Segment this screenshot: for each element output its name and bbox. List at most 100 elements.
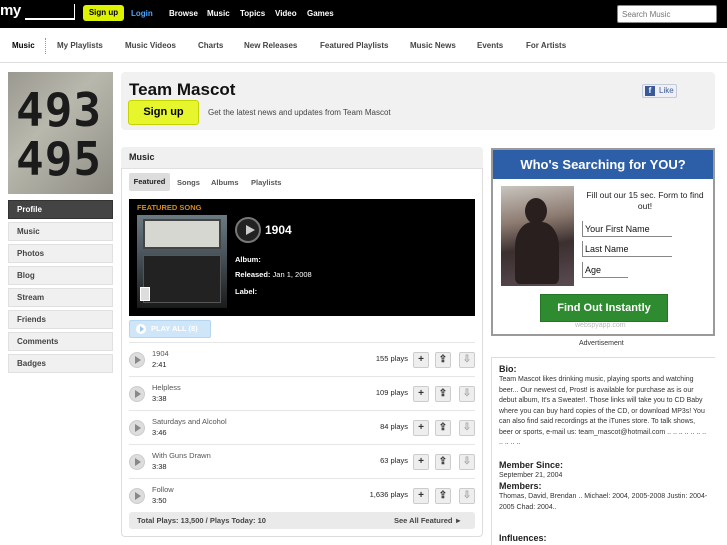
tab-stream[interactable]: Stream xyxy=(8,288,113,307)
music-tab-featured[interactable]: Featured xyxy=(129,173,170,191)
photo-text-top: 493 xyxy=(16,83,103,137)
add-icon[interactable]: + xyxy=(413,454,429,470)
track-plays: 1,636 plays xyxy=(369,490,408,499)
music-tab-songs[interactable]: Songs xyxy=(177,178,200,187)
tab-blog[interactable]: Blog xyxy=(8,266,113,285)
site-logo[interactable]: my xyxy=(0,2,21,19)
track-row: Saturdays and Alcohol 3:46 84 plays + ⇪ … xyxy=(129,410,475,444)
subnav-charts[interactable]: Charts xyxy=(198,41,223,50)
track-play-icon[interactable] xyxy=(129,454,145,470)
track-name[interactable]: Follow xyxy=(152,485,174,494)
ad-first-name-field[interactable]: Your First Name xyxy=(582,221,672,237)
nav-topics[interactable]: Topics xyxy=(240,9,265,18)
featured-label-field: Label: xyxy=(235,287,257,296)
music-tab-playlists[interactable]: Playlists xyxy=(251,178,281,187)
track-row: With Guns Drawn 3:38 63 plays + ⇪ ⇩ xyxy=(129,444,475,478)
facebook-like-button[interactable]: f Like xyxy=(642,84,677,98)
facebook-icon: f xyxy=(645,86,655,96)
play-icon xyxy=(136,324,146,334)
share-icon[interactable]: ⇪ xyxy=(435,352,451,368)
music-panel-title: Music xyxy=(129,152,155,162)
add-icon[interactable]: + xyxy=(413,420,429,436)
nav-browse[interactable]: Browse xyxy=(169,9,198,18)
track-duration: 3:46 xyxy=(152,428,167,437)
bio-heading: Bio: xyxy=(499,364,517,374)
track-name[interactable]: Saturdays and Alcohol xyxy=(152,417,227,426)
ad-copy: Fill out our 15 sec. Form to find out! xyxy=(586,190,704,211)
ad-age-field[interactable]: Age xyxy=(582,262,628,278)
tab-music[interactable]: Music xyxy=(8,222,113,241)
share-icon[interactable]: ⇪ xyxy=(435,420,451,436)
tab-badges[interactable]: Badges xyxy=(8,354,113,373)
track-duration: 3:38 xyxy=(152,394,167,403)
subnav-featured-playlists[interactable]: Featured Playlists xyxy=(320,41,388,50)
play-all-label: PLAY ALL (8) xyxy=(151,324,198,333)
subnav-events[interactable]: Events xyxy=(477,41,503,50)
page-title: Team Mascot xyxy=(129,80,236,99)
tab-friends[interactable]: Friends xyxy=(8,310,113,329)
share-icon[interactable]: ⇪ xyxy=(435,386,451,402)
download-icon[interactable]: ⇩ xyxy=(459,386,475,402)
track-name[interactable]: Helpless xyxy=(152,383,181,392)
play-all-button[interactable]: PLAY ALL (8) xyxy=(129,320,211,338)
track-plays: 63 plays xyxy=(380,456,408,465)
track-plays: 84 plays xyxy=(380,422,408,431)
profile-photo[interactable]: 493 495 xyxy=(8,72,113,194)
amp-logo-image xyxy=(140,287,150,301)
track-duration: 3:38 xyxy=(152,462,167,471)
ad-last-name-field[interactable]: Last Name xyxy=(582,241,672,257)
like-label: Like xyxy=(659,86,674,95)
track-name[interactable]: 1904 xyxy=(152,349,169,358)
members-heading: Members: xyxy=(499,481,542,491)
subnav-music[interactable]: Music xyxy=(12,41,35,50)
tab-photos[interactable]: Photos xyxy=(8,244,113,263)
signup-button[interactable]: Sign up xyxy=(128,100,199,125)
download-icon[interactable]: ⇩ xyxy=(459,454,475,470)
total-plays: Total Plays: 13,500 / Plays Today: 10 xyxy=(137,516,266,525)
featured-play-icon[interactable] xyxy=(235,217,261,243)
ad-cta-button[interactable]: Find Out Instantly xyxy=(540,294,668,322)
ad-person-body xyxy=(515,222,559,284)
download-icon[interactable]: ⇩ xyxy=(459,352,475,368)
track-play-icon[interactable] xyxy=(129,420,145,436)
track-play-icon[interactable] xyxy=(129,352,145,368)
music-tab-albums[interactable]: Albums xyxy=(211,178,239,187)
see-all-featured-link[interactable]: See All Featured ► xyxy=(394,516,462,525)
tab-profile[interactable]: Profile xyxy=(8,200,113,219)
nav-music[interactable]: Music xyxy=(207,9,230,18)
album-label: Album: xyxy=(235,255,261,264)
share-icon[interactable]: ⇪ xyxy=(435,488,451,504)
track-play-icon[interactable] xyxy=(129,386,145,402)
featured-song-title: 1904 xyxy=(265,223,292,237)
add-icon[interactable]: + xyxy=(413,488,429,504)
add-icon[interactable]: + xyxy=(413,352,429,368)
nav-games[interactable]: Games xyxy=(307,9,334,18)
subnav-music-news[interactable]: Music News xyxy=(410,41,456,50)
top-signup-button[interactable]: Sign up xyxy=(83,5,124,21)
search-input[interactable] xyxy=(617,5,717,23)
featured-album-art[interactable] xyxy=(137,215,227,308)
ad-headline[interactable]: Who's Searching for YOU? xyxy=(493,150,713,179)
track-plays: 155 plays xyxy=(375,354,408,363)
track-play-icon[interactable] xyxy=(129,488,145,504)
track-name[interactable]: With Guns Drawn xyxy=(152,451,211,460)
top-login-link[interactable]: Login xyxy=(131,9,153,18)
track-duration: 2:41 xyxy=(152,360,167,369)
add-icon[interactable]: + xyxy=(413,386,429,402)
share-icon[interactable]: ⇪ xyxy=(435,454,451,470)
ad-photo[interactable] xyxy=(501,186,574,286)
nav-video[interactable]: Video xyxy=(275,9,297,18)
download-icon[interactable]: ⇩ xyxy=(459,488,475,504)
download-icon[interactable]: ⇩ xyxy=(459,420,475,436)
subnav-music-videos[interactable]: Music Videos xyxy=(125,41,176,50)
subnav-my-playlists[interactable]: My Playlists xyxy=(57,41,103,50)
amp-cabinet-image xyxy=(143,255,221,303)
subnav-for-artists[interactable]: For Artists xyxy=(526,41,566,50)
tab-comments[interactable]: Comments xyxy=(8,332,113,351)
featured-album: Album: xyxy=(235,255,261,264)
label-label: Label: xyxy=(235,287,258,296)
ad-label: Advertisement xyxy=(579,340,624,347)
subnav-divider xyxy=(45,38,46,54)
subnav-new-releases[interactable]: New Releases xyxy=(244,41,297,50)
track-duration: 3:50 xyxy=(152,496,167,505)
